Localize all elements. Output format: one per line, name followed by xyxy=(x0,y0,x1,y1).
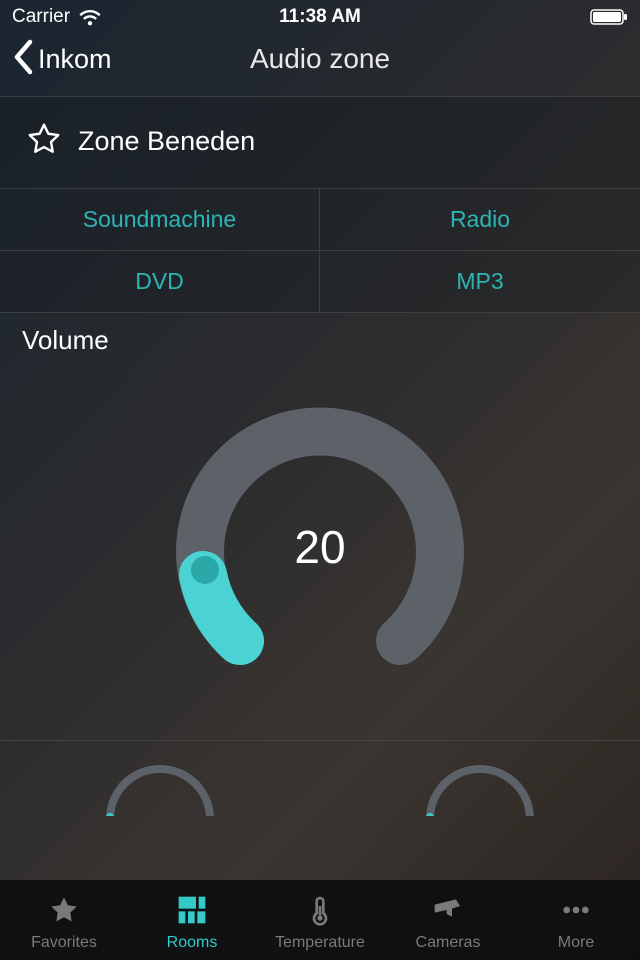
source-dvd[interactable]: DVD xyxy=(0,251,320,313)
tab-more[interactable]: More xyxy=(512,894,640,952)
page-title: Audio zone xyxy=(250,43,390,75)
tab-favorites[interactable]: Favorites xyxy=(0,894,128,952)
tab-cameras[interactable]: Cameras xyxy=(384,894,512,952)
tab-temperature[interactable]: Temperature xyxy=(256,894,384,952)
thermometer-icon xyxy=(303,894,337,931)
tab-bar: Favorites Rooms Temperature Cameras More xyxy=(0,880,640,960)
source-grid: Soundmachine Radio DVD MP3 xyxy=(0,189,640,313)
tab-rooms[interactable]: Rooms xyxy=(128,894,256,952)
volume-dial[interactable]: 20 xyxy=(22,360,618,740)
dots-icon xyxy=(559,894,593,931)
mini-dials-row xyxy=(0,740,640,816)
volume-value: 20 xyxy=(294,520,345,574)
star-icon xyxy=(47,894,81,931)
tab-label: Cameras xyxy=(416,934,481,952)
grid-icon xyxy=(175,894,209,931)
camera-icon xyxy=(431,894,465,931)
tab-label: Favorites xyxy=(31,934,97,952)
source-mp3[interactable]: MP3 xyxy=(320,251,640,313)
tab-label: Temperature xyxy=(275,934,365,952)
tab-label: Rooms xyxy=(167,934,218,952)
volume-label: Volume xyxy=(22,325,618,356)
mini-dial-right[interactable] xyxy=(400,749,560,816)
battery-icon xyxy=(590,9,628,25)
status-bar: Carrier 11:38 AM xyxy=(0,0,640,32)
tab-label: More xyxy=(558,934,594,952)
carrier-label: Carrier xyxy=(12,6,70,28)
chevron-left-icon xyxy=(12,39,34,80)
nav-bar: Inkom Audio zone xyxy=(0,32,640,96)
star-icon[interactable] xyxy=(26,121,62,162)
zone-header: Zone Beneden xyxy=(0,96,640,189)
status-time: 11:38 AM xyxy=(279,6,361,28)
zone-name: Zone Beneden xyxy=(78,126,255,157)
source-soundmachine[interactable]: Soundmachine xyxy=(0,189,320,251)
back-label: Inkom xyxy=(38,44,112,75)
source-radio[interactable]: Radio xyxy=(320,189,640,251)
status-left: Carrier xyxy=(12,6,102,28)
volume-section: Volume 20 xyxy=(0,313,640,740)
back-button[interactable]: Inkom xyxy=(12,39,112,80)
mini-dial-left[interactable] xyxy=(80,749,240,816)
wifi-icon xyxy=(78,8,102,26)
